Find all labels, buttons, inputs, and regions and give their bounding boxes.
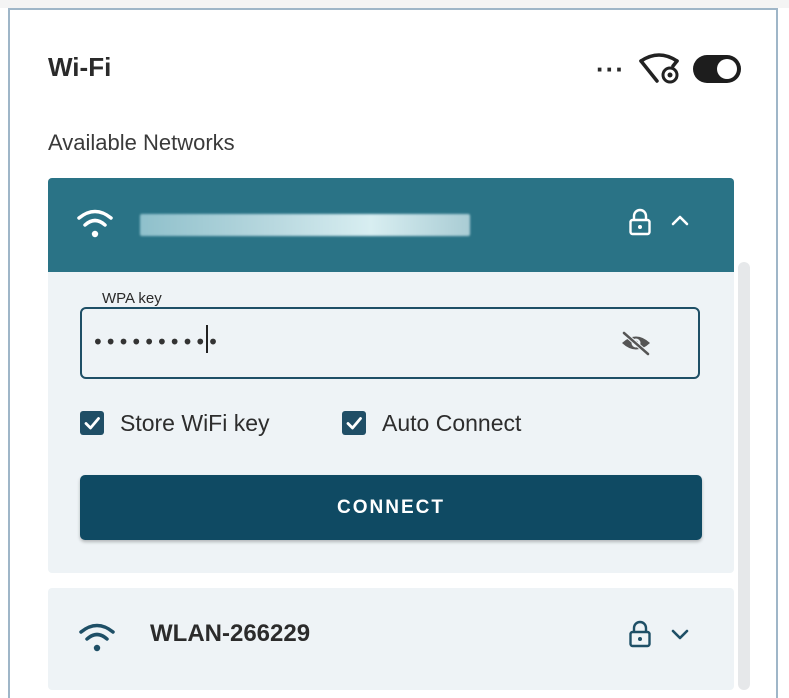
chevron-up-icon[interactable] <box>670 212 690 228</box>
connect-button[interactable]: CONNECT <box>80 475 702 540</box>
wifi-settings-icon[interactable] <box>637 51 685 87</box>
network-ssid-obscured <box>140 214 470 236</box>
lock-icon <box>629 208 651 236</box>
check-icon <box>84 417 100 430</box>
auto-connect-label: Auto Connect <box>382 409 522 436</box>
wifi-toggle[interactable] <box>692 55 741 83</box>
wpa-key-value[interactable]: •••••••••• <box>92 330 220 354</box>
store-key-label: Store WiFi key <box>120 409 270 436</box>
wifi-icon <box>77 209 113 238</box>
panel-title: Wi-Fi <box>48 52 112 82</box>
more-horizontal-icon[interactable]: ··· <box>596 56 625 82</box>
section-subtitle: Available Networks <box>48 130 235 155</box>
store-key-option[interactable]: Store WiFi key <box>80 405 270 441</box>
auto-connect-option[interactable]: Auto Connect <box>342 405 521 441</box>
chevron-down-icon[interactable] <box>670 626 690 642</box>
check-icon <box>346 417 362 430</box>
auto-connect-checkbox[interactable] <box>342 411 366 435</box>
eye-off-icon[interactable] <box>620 330 652 356</box>
lock-icon <box>629 620 651 648</box>
text-caret <box>206 325 208 353</box>
store-key-checkbox[interactable] <box>80 411 104 435</box>
scrollbar[interactable] <box>738 262 750 690</box>
window-top-strip <box>0 0 789 8</box>
toggle-knob <box>716 59 737 79</box>
wpa-key-label: WPA key <box>96 290 168 307</box>
network-ssid: WLAN-266229 <box>150 620 311 647</box>
header-actions: ··· <box>596 50 741 88</box>
wifi-icon <box>79 623 115 652</box>
network-header-expanded[interactable] <box>48 178 734 272</box>
